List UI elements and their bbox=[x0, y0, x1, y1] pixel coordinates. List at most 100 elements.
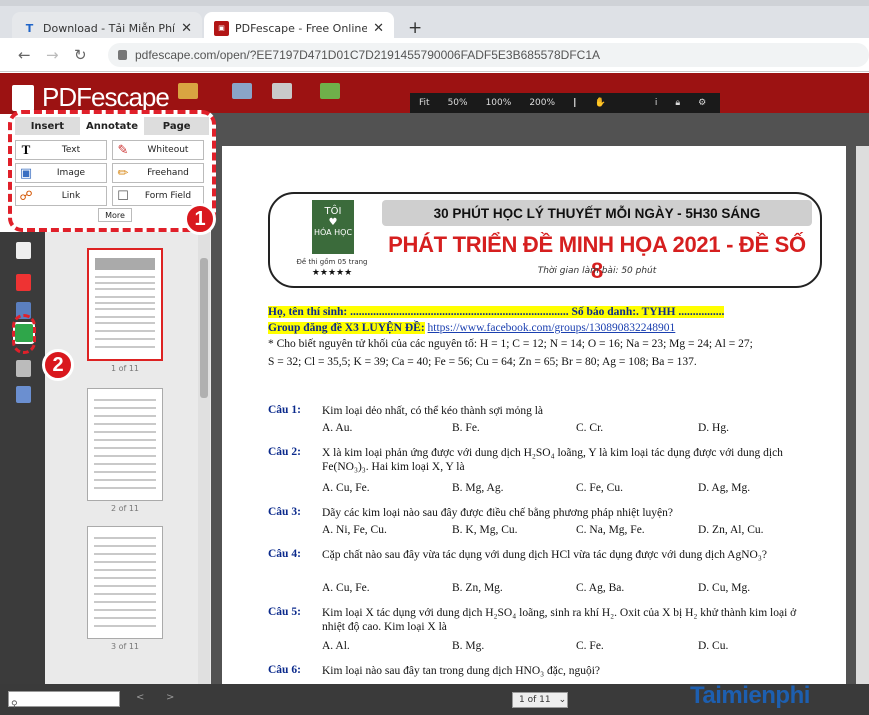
tool-label: Form Field bbox=[144, 191, 192, 201]
thumbnail-panel: 1 of 11 2 of 11 3 of 11 bbox=[45, 232, 211, 684]
thumbnail-label: 3 of 11 bbox=[110, 642, 140, 651]
step-badge-2: 2 bbox=[42, 349, 74, 381]
page-count-text: Đề thi gồm 05 trang bbox=[296, 258, 368, 266]
tab-title: PDFescape - Free Online PDF Edi bbox=[235, 21, 368, 35]
option: C. Fe. bbox=[576, 640, 604, 652]
zoom-100[interactable]: 100% bbox=[486, 98, 512, 108]
forward-icon[interactable]: → bbox=[46, 46, 59, 64]
back-icon[interactable]: ← bbox=[18, 46, 31, 64]
browser-tab-bar: T Download - Tải Miễn Phí VN - Ph ✕ ▣ PD… bbox=[0, 0, 869, 44]
question-text: Kim loại dẻo nhất, có thể kéo thành sợi … bbox=[322, 405, 544, 417]
lock-icon[interactable]: 🔒︎ bbox=[675, 98, 680, 108]
option: B. Mg, Ag. bbox=[452, 482, 504, 494]
form-field-icon: ☐ bbox=[117, 188, 129, 204]
logo-top-text: TÔI bbox=[324, 206, 342, 217]
option: D. Cu, Mg. bbox=[698, 582, 751, 594]
tool-label: Whiteout bbox=[147, 145, 189, 155]
prev-page-button[interactable]: < bbox=[136, 692, 144, 703]
search-icon: ⚲ bbox=[11, 700, 18, 710]
page-icon[interactable] bbox=[16, 242, 31, 259]
share-icon[interactable] bbox=[320, 83, 340, 99]
tab-page[interactable]: Page bbox=[144, 117, 209, 135]
logo-doc-icon bbox=[12, 84, 34, 111]
lock-icon bbox=[118, 50, 127, 60]
option: D. Ag, Mg. bbox=[698, 482, 751, 494]
pdfescape-logo: PDFescape bbox=[12, 82, 170, 113]
question-text: Kim loại X tác dụng với dung dịch H₂SO₄ … bbox=[322, 607, 797, 633]
recent-icon[interactable] bbox=[272, 83, 292, 99]
question-number: Câu 4: bbox=[268, 548, 301, 560]
taimienphi-watermark: Taimienphi bbox=[690, 682, 810, 709]
text-cursor-icon[interactable]: I bbox=[573, 96, 577, 110]
group-line: Group đăng đề X3 LUYỆN ĐỀ: https://www.f… bbox=[268, 322, 675, 334]
header-band: 30 PHÚT HỌC LÝ THUYẾT MỖI NGÀY - 5H30 SÁ… bbox=[382, 200, 812, 226]
page-select-value: 1 of 11 bbox=[519, 695, 551, 705]
exam-duration: Thời gian làm bài: 50 phút bbox=[537, 266, 657, 276]
tab-title: Download - Tải Miễn Phí VN - Ph bbox=[43, 21, 176, 35]
zoom-fit[interactable]: Fit bbox=[419, 98, 430, 108]
reload-icon[interactable]: ↻ bbox=[74, 46, 87, 64]
thumbnail-page-3[interactable] bbox=[87, 526, 163, 639]
option: B. Zn, Mg. bbox=[452, 582, 503, 594]
taimienphi-favicon-icon: T bbox=[25, 21, 34, 35]
tab-insert[interactable]: Insert bbox=[15, 117, 80, 135]
thumbnail-scrollbar[interactable] bbox=[198, 232, 210, 684]
gear-icon[interactable]: ⚙ bbox=[698, 98, 706, 108]
option: D. Hg. bbox=[698, 422, 729, 434]
heart-icon: ♥ bbox=[328, 217, 338, 228]
info-page-icon[interactable] bbox=[16, 386, 31, 403]
thumbnail-page-1[interactable] bbox=[87, 248, 163, 361]
address-bar-row: ← → ↻ pdfescape.com/open/?EE7197D471D01C… bbox=[0, 38, 869, 72]
pdfescape-toolbar: PDFescape Fit 50% 100% 200% I ✋ i 🔒︎ ⚙ bbox=[0, 73, 869, 114]
zoom-50[interactable]: 50% bbox=[448, 98, 468, 108]
tab-annotate[interactable]: Annotate bbox=[79, 117, 145, 135]
question-number: Câu 1: bbox=[268, 404, 301, 416]
option: B. K, Mg, Cu. bbox=[452, 524, 518, 536]
form-field-button[interactable]: ☐ Form Field bbox=[112, 186, 204, 206]
open-folder-icon[interactable] bbox=[178, 83, 198, 99]
search-input[interactable]: ⚲ bbox=[8, 691, 120, 710]
freehand-button[interactable]: ✏ Freehand bbox=[112, 163, 204, 183]
thumbnail-label: 2 of 11 bbox=[110, 504, 140, 513]
question-number: Câu 3: bbox=[268, 506, 301, 518]
close-icon[interactable]: ✕ bbox=[373, 21, 384, 36]
whiteout-button[interactable]: ✎ Whiteout bbox=[112, 140, 204, 160]
toi-yeu-hoa-hoc-logo: TÔI ♥ HÓA HỌC Đề thi gồm 05 trang ★★★★★ bbox=[282, 200, 382, 280]
info-icon[interactable]: i bbox=[655, 98, 658, 108]
step-badge-1: 1 bbox=[184, 203, 216, 235]
tool-label: Text bbox=[61, 145, 81, 155]
option: A. Cu, Fe. bbox=[322, 582, 370, 594]
text-tool-button[interactable]: T Text bbox=[15, 140, 107, 160]
zoom-200[interactable]: 200% bbox=[529, 98, 555, 108]
save-icon[interactable] bbox=[232, 83, 252, 99]
link-button[interactable]: ☍ Link bbox=[15, 186, 107, 206]
page-scrollbar[interactable] bbox=[856, 146, 869, 684]
option: C. Fe, Cu. bbox=[576, 482, 623, 494]
image-button[interactable]: ▣ Image bbox=[15, 163, 107, 183]
next-page-button[interactable]: > bbox=[166, 692, 174, 703]
question-text: X là kim loại phản ứng được với dung dịc… bbox=[322, 447, 783, 473]
question-text: Cặp chất nào sau đây vừa tác dụng với du… bbox=[322, 549, 767, 561]
question-number: Câu 2: bbox=[268, 446, 301, 458]
name-line: Họ, tên thí sinh: ......................… bbox=[268, 306, 725, 318]
url-input[interactable]: pdfescape.com/open/?EE7197D471D01C7D2191… bbox=[108, 43, 869, 67]
question-text: Kim loại nào sau đây tan trong dung dịch… bbox=[322, 665, 601, 677]
close-icon[interactable]: ✕ bbox=[181, 21, 192, 36]
highlight-ring bbox=[12, 314, 36, 354]
url-text: pdfescape.com/open/?EE7197D471D01C7D2191… bbox=[135, 48, 600, 62]
pdf-page-icon[interactable] bbox=[16, 274, 31, 291]
more-button[interactable]: More bbox=[98, 208, 132, 222]
group-label: Group đăng đề X3 LUYỆN ĐỀ: bbox=[268, 322, 425, 334]
whiteout-icon: ✎ bbox=[117, 142, 129, 158]
pdf-page[interactable]: TÔI ♥ HÓA HỌC Đề thi gồm 05 trang ★★★★★ 30… bbox=[222, 146, 846, 684]
image-icon: ▣ bbox=[19, 165, 33, 181]
group-link[interactable]: https://www.facebook.com/groups/13089083… bbox=[428, 322, 676, 334]
page-select[interactable]: 1 of 11 ⌄ bbox=[512, 692, 568, 708]
print-icon[interactable] bbox=[16, 360, 31, 377]
hand-icon[interactable]: ✋ bbox=[595, 98, 606, 108]
thumbnail-label: 1 of 11 bbox=[110, 364, 140, 373]
option: D. Zn, Al, Cu. bbox=[698, 524, 764, 536]
name-line-text: Họ, tên thí sinh: ......................… bbox=[268, 306, 725, 318]
thumbnail-page-2[interactable] bbox=[87, 388, 163, 501]
option: D. Cu. bbox=[698, 640, 729, 652]
